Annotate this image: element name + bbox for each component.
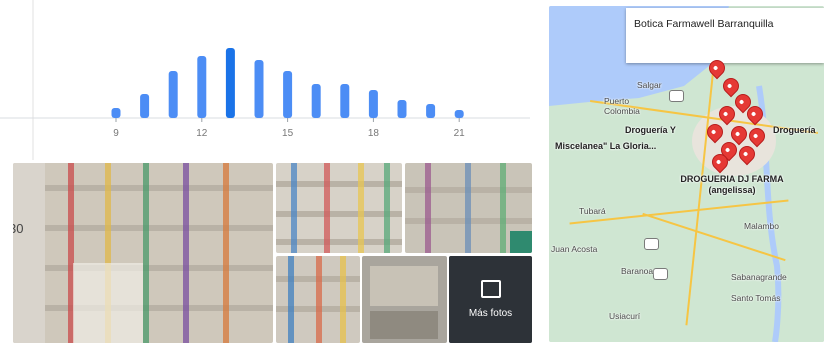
map-label: Puerto Colombia (604, 96, 640, 116)
popular-times-bar[interactable] (454, 110, 464, 118)
map-label: Droguería (773, 125, 816, 135)
popular-times-bar[interactable] (140, 94, 150, 118)
popular-times-bar[interactable] (340, 84, 350, 118)
popular-times-bar[interactable] (254, 60, 264, 118)
map-label: DROGUERIA DJ FARMA (angelissa) (680, 174, 784, 195)
photo-thumb-1[interactable] (276, 163, 402, 253)
hour-tick-label: 18 (368, 128, 380, 139)
photo-thumb-3[interactable] (276, 256, 360, 343)
map-label: Miscelanea" La Gloria... (555, 141, 657, 151)
hour-tick-label: 12 (196, 128, 208, 139)
callout-title: Botica Farmawell Barranquilla (634, 18, 774, 30)
map-label: Sabanagrande (731, 272, 787, 282)
route-shield-icon (669, 90, 684, 102)
photo-thumb-2[interactable] (405, 163, 532, 253)
map-label: Tubará (579, 206, 606, 216)
map-label: Usiacurí (609, 311, 641, 321)
hour-tick-label: 9 (113, 128, 119, 139)
photo-cut-text: 30 (13, 221, 24, 236)
popular-times-bar[interactable] (311, 84, 321, 118)
map-label: Santo Tomás (731, 293, 781, 303)
map-view[interactable]: Botica Farmawell Barranquilla Salgar Pue… (549, 6, 824, 342)
photo-thumb-4[interactable] (362, 256, 447, 343)
popular-times-bar[interactable] (111, 108, 121, 118)
photo-main[interactable]: 30 (13, 163, 273, 343)
popular-times-bar[interactable] (168, 71, 178, 118)
map-label: Baranoa (621, 266, 654, 276)
photo-library-icon (480, 280, 501, 298)
popular-times-bar[interactable] (225, 48, 235, 118)
hour-tick-label: 21 (454, 128, 466, 139)
route-shield-icon (644, 238, 659, 250)
hour-tick-label: 15 (282, 128, 294, 139)
popular-times-bar[interactable] (426, 104, 436, 118)
more-photos-label: Más fotos (468, 308, 513, 319)
map-callout[interactable]: Botica Farmawell Barranquilla (626, 8, 824, 63)
popular-times-bar[interactable] (397, 100, 407, 118)
map-label: Droguería Y (625, 125, 676, 135)
route-shield-icon (653, 268, 668, 280)
popular-times-bar[interactable] (368, 90, 378, 118)
more-photos-tile[interactable]: Más fotos (449, 256, 532, 343)
popular-times-bar[interactable] (283, 71, 293, 118)
map-label: Juan Acosta (551, 244, 598, 254)
popular-times-chart: 9 12 15 18 21 (0, 0, 530, 160)
popular-times-bar[interactable] (197, 56, 207, 118)
map-label: Malambo (744, 221, 779, 231)
map-label: Salgar (637, 80, 662, 90)
